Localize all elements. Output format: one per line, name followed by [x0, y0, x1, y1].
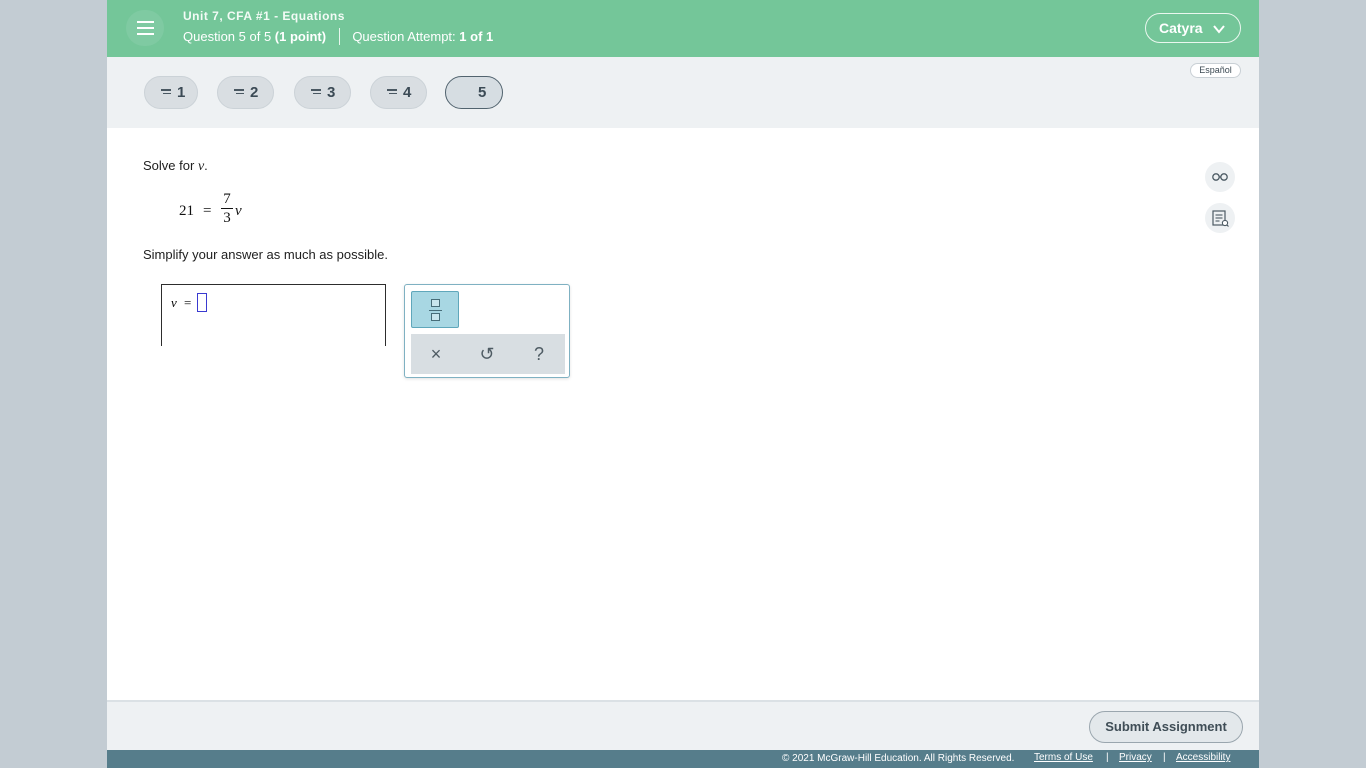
assignment-app: Unit 7, CFA #1 - Equations Question 5 of… — [107, 0, 1259, 768]
hamburger-line — [137, 27, 154, 29]
link-separator: | — [1106, 752, 1109, 763]
question-tab-label: 5 — [478, 84, 487, 101]
palette-toolbar: × ↺ ? — [411, 334, 565, 374]
notes-icon — [1212, 210, 1229, 227]
chevron-down-icon — [1213, 25, 1225, 34]
hamburger-icon — [137, 21, 154, 23]
question-tab-3[interactable]: 3 — [294, 76, 351, 109]
attempt-label: Question Attempt: — [352, 29, 456, 44]
math-palette: × ↺ ? — [404, 284, 570, 378]
question-tab-1[interactable]: 1 — [144, 76, 198, 109]
clear-icon[interactable]: × — [426, 343, 446, 365]
instruction-text: Simplify your answer as much as possible… — [143, 247, 388, 262]
fraction-icon-denominator — [431, 313, 440, 321]
fraction-numerator: 7 — [223, 191, 231, 207]
prompt-text: Solve for — [143, 158, 195, 173]
submit-assignment-button[interactable]: Submit Assignment — [1089, 711, 1243, 743]
reading-glasses-icon — [1212, 173, 1228, 181]
divider — [338, 28, 340, 45]
answer-input[interactable] — [197, 293, 207, 312]
fraction-icon-bar — [429, 310, 442, 311]
question-prompt: Solve for v. — [143, 158, 208, 175]
answered-icon — [234, 89, 244, 96]
question-tab-label: 3 — [327, 84, 336, 101]
question-navigation: 1 2 3 4 5 Español — [107, 57, 1259, 128]
equation-variable: v — [235, 203, 242, 219]
language-toggle-button[interactable]: Español — [1190, 63, 1241, 78]
header-bar: Unit 7, CFA #1 - Equations Question 5 of… — [107, 0, 1259, 57]
equation-equals: = — [203, 203, 212, 219]
fraction-denominator: 3 — [223, 210, 231, 226]
question-tab-2[interactable]: 2 — [217, 76, 274, 109]
reading-glasses-button[interactable] — [1205, 162, 1235, 192]
question-tab-label: 1 — [177, 84, 186, 101]
menu-button[interactable] — [126, 10, 164, 46]
equation-lhs: 21 — [179, 203, 194, 219]
question-tab-label: 4 — [403, 84, 412, 101]
question-tab-label: 2 — [250, 84, 259, 101]
footer-bar: Submit Assignment — [107, 700, 1259, 750]
answered-icon — [311, 89, 321, 96]
answered-icon — [387, 89, 397, 96]
answered-icon — [161, 89, 171, 96]
answer-variable: v — [171, 295, 177, 310]
question-content: Solve for v. 21 = 7 3 v Simplify your an… — [107, 128, 1259, 700]
answer-area[interactable]: v = — [161, 284, 386, 346]
answer-equals: = — [184, 295, 192, 310]
user-menu-button[interactable]: Catyra — [1145, 13, 1241, 43]
accessibility-link[interactable]: Accessibility — [1176, 752, 1230, 763]
question-counter: Question 5 of 5 — [183, 29, 272, 44]
question-tab-4[interactable]: 4 — [370, 76, 427, 109]
hamburger-line — [137, 33, 154, 35]
legal-bar: © 2021 McGraw-Hill Education. All Rights… — [107, 750, 1259, 768]
attempt-value: 1 of 1 — [459, 29, 494, 44]
user-name: Catyra — [1159, 20, 1203, 36]
fraction-icon — [431, 299, 440, 307]
question-tab-5[interactable]: 5 — [445, 76, 503, 109]
assignment-title: Unit 7, CFA #1 - Equations — [183, 9, 345, 23]
prompt-period: . — [204, 158, 208, 173]
undo-icon[interactable]: ↺ — [477, 343, 497, 365]
link-separator: | — [1163, 752, 1166, 763]
question-points: (1 point) — [274, 29, 327, 44]
equation-fraction: 7 3 — [221, 190, 233, 227]
copyright-text: © 2021 McGraw-Hill Education. All Rights… — [782, 753, 1015, 764]
fraction-button[interactable] — [411, 291, 459, 328]
question-info: Question 5 of 5 (1 point) Question Attem… — [183, 28, 493, 45]
help-icon[interactable]: ? — [529, 343, 549, 365]
terms-of-use-link[interactable]: Terms of Use — [1034, 752, 1093, 763]
privacy-link[interactable]: Privacy — [1119, 752, 1152, 763]
notes-button[interactable] — [1205, 203, 1235, 233]
